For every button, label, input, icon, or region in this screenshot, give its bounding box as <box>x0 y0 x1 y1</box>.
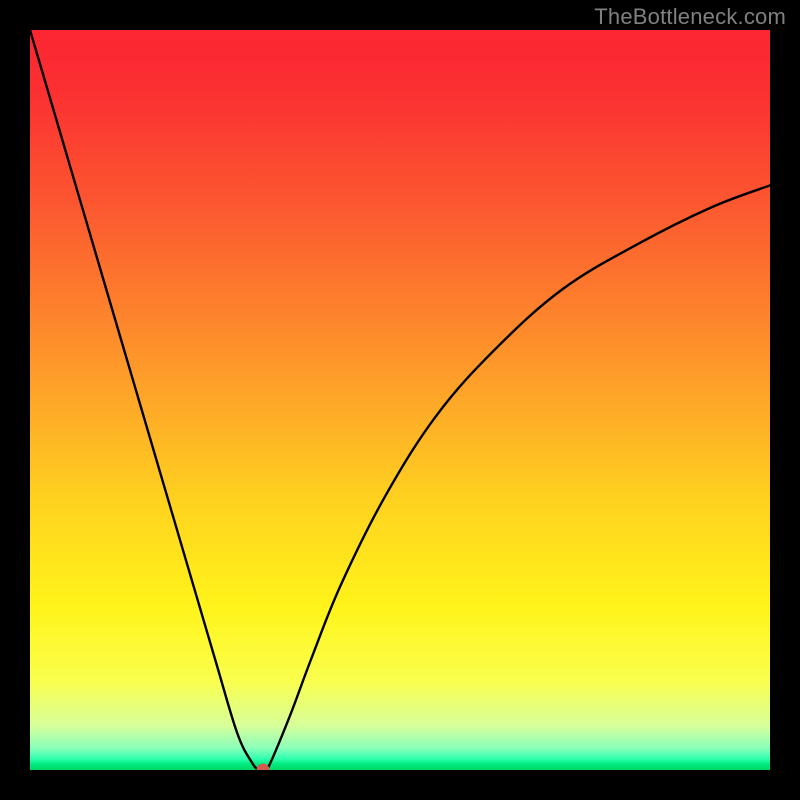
bottleneck-curve <box>30 30 770 770</box>
plot-area <box>30 30 770 770</box>
chart-frame: TheBottleneck.com <box>0 0 800 800</box>
optimum-marker <box>257 764 270 771</box>
watermark-text: TheBottleneck.com <box>594 4 786 30</box>
